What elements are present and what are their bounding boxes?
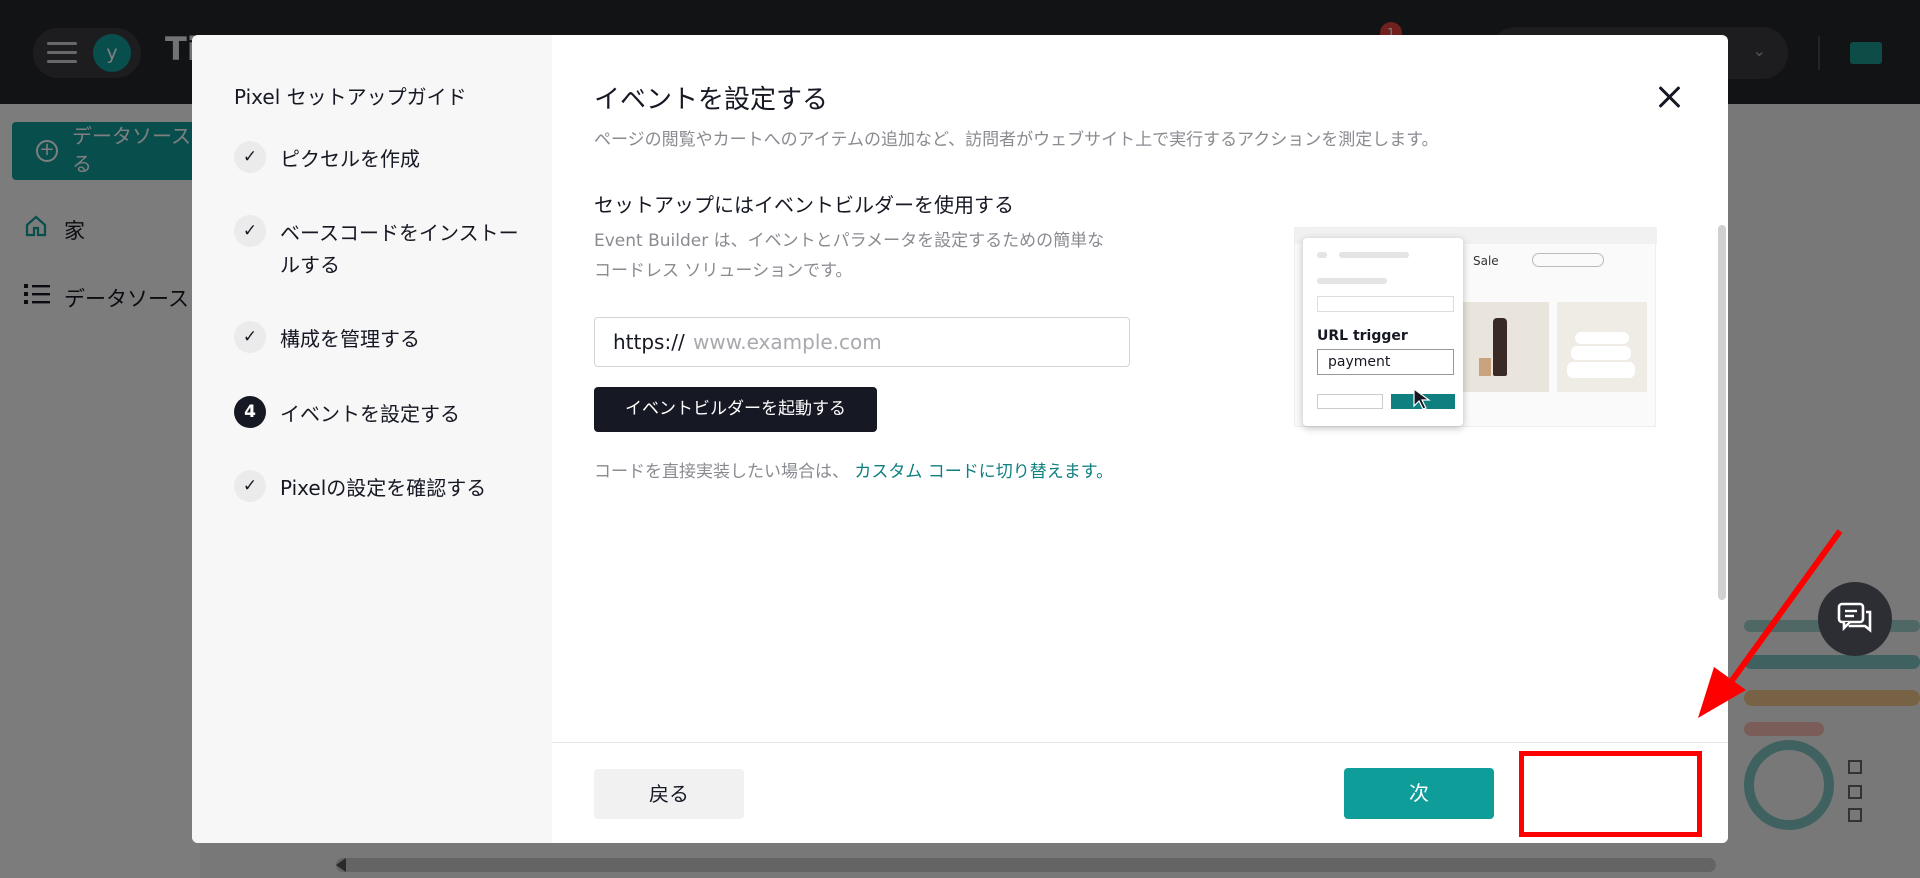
annotation-arrow-icon (1698, 529, 1843, 718)
